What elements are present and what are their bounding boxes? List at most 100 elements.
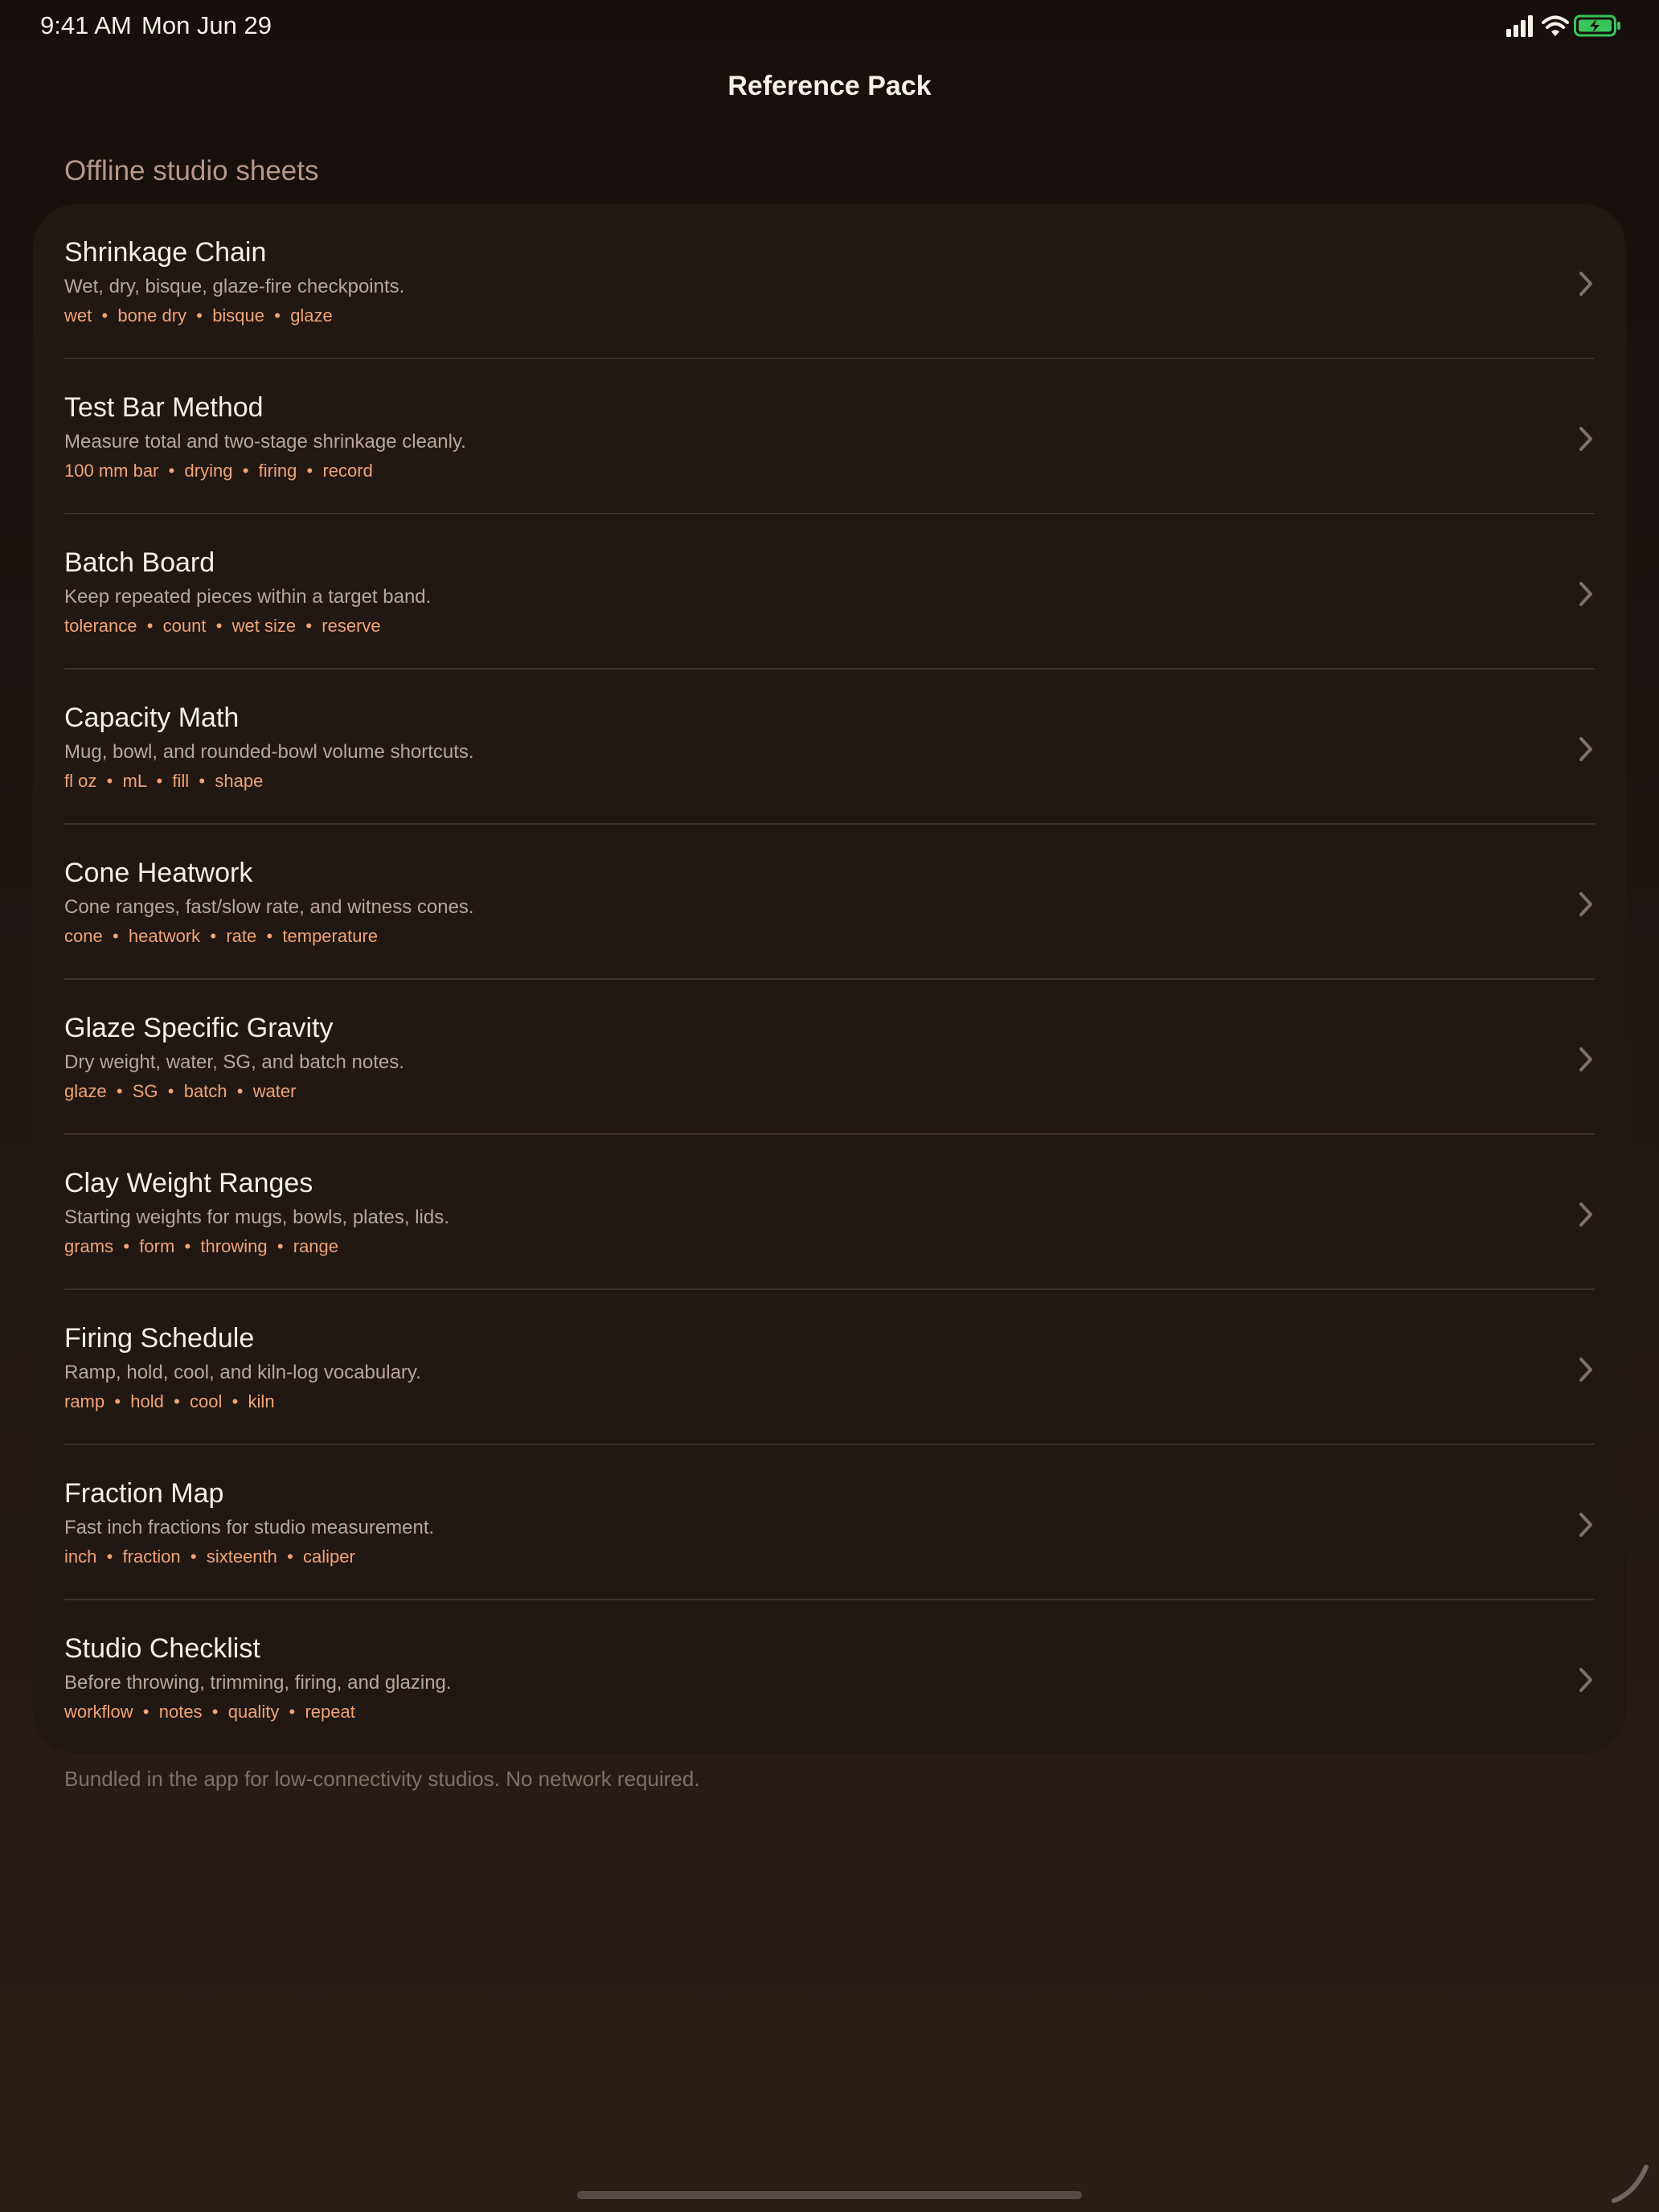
status-bar: 9:41 AM Mon Jun 29 xyxy=(0,0,1659,51)
tag-separator: • xyxy=(279,1702,305,1722)
tag: tolerance xyxy=(64,616,137,636)
chevron-right-icon xyxy=(1579,1047,1592,1071)
tag-separator: • xyxy=(297,461,323,481)
tag: notes xyxy=(158,1702,203,1722)
status-icons xyxy=(1506,14,1620,39)
item-tags: tolerance • count • wet size • reserve xyxy=(64,613,1626,639)
item-tags: fl oz • mL • fill • shape xyxy=(64,768,1626,794)
item-tags: wet • bone dry • bisque • glaze xyxy=(64,303,1626,329)
item-title: Test Bar Method xyxy=(64,392,264,423)
home-indicator[interactable] xyxy=(577,2191,1082,2199)
item-title: Fraction Map xyxy=(64,1478,224,1509)
tag: water xyxy=(252,1081,297,1101)
tag: caliper xyxy=(303,1546,355,1567)
tag: form xyxy=(139,1236,175,1256)
chevron-right-icon xyxy=(1579,582,1592,606)
tag: shape xyxy=(215,771,264,791)
list-item-test-bar-method[interactable]: Test Bar Method Measure total and two-st… xyxy=(33,359,1626,514)
tag: grams xyxy=(64,1236,114,1256)
list-item-cone-heatwork[interactable]: Cone Heatwork Cone ranges, fast/slow rat… xyxy=(33,825,1626,980)
tag: reserve xyxy=(322,616,381,636)
section-header: Offline studio sheets xyxy=(64,155,319,186)
chevron-right-icon xyxy=(1579,272,1592,296)
corner-arc-icon xyxy=(1612,2165,1649,2203)
tag: mL xyxy=(122,771,147,791)
list-item-glaze-specific-gravity[interactable]: Glaze Specific Gravity Dry weight, water… xyxy=(33,980,1626,1135)
list-item-shrinkage-chain[interactable]: Shrinkage Chain Wet, dry, bisque, glaze-… xyxy=(33,204,1626,359)
item-title: Glaze Specific Gravity xyxy=(64,1013,334,1043)
item-subtitle: Fast inch fractions for studio measureme… xyxy=(64,1517,435,1538)
tag-separator: • xyxy=(96,771,123,791)
item-title: Cone Heatwork xyxy=(64,858,253,888)
tag-separator: • xyxy=(227,1081,253,1101)
item-subtitle: Starting weights for mugs, bowls, plates… xyxy=(64,1206,449,1228)
item-subtitle: Mug, bowl, and rounded-bowl volume short… xyxy=(64,741,474,763)
list-item-firing-schedule[interactable]: Firing Schedule Ramp, hold, cool, and ki… xyxy=(33,1290,1626,1445)
item-title: Shrinkage Chain xyxy=(64,237,267,268)
chevron-right-icon xyxy=(1579,892,1592,916)
tag-separator: • xyxy=(158,1081,184,1101)
item-title: Studio Checklist xyxy=(64,1633,260,1664)
tag: batch xyxy=(183,1081,227,1101)
tag: hold xyxy=(130,1391,164,1411)
tag: bone dry xyxy=(117,305,187,326)
tag-separator: • xyxy=(113,1236,140,1256)
reference-list: Shrinkage Chain Wet, dry, bisque, glaze-… xyxy=(33,204,1626,1754)
tag-separator: • xyxy=(92,305,118,326)
wifi-icon xyxy=(1542,15,1569,36)
list-item-studio-checklist[interactable]: Studio Checklist Before throwing, trimmi… xyxy=(33,1600,1626,1754)
tag-separator: • xyxy=(200,926,227,946)
item-tags: inch • fraction • sixteenth • caliper xyxy=(64,1544,1626,1570)
item-subtitle: Measure total and two-stage shrinkage cl… xyxy=(64,431,466,453)
tag-separator: • xyxy=(133,1702,159,1722)
chevron-right-icon xyxy=(1579,1513,1592,1537)
tag: SG xyxy=(132,1081,158,1101)
tag-separator: • xyxy=(276,1546,304,1567)
tag-separator: • xyxy=(163,1391,190,1411)
item-tags: ramp • hold • cool • kiln xyxy=(64,1389,1626,1415)
item-subtitle: Ramp, hold, cool, and kiln-log vocabular… xyxy=(64,1362,421,1383)
tag-separator: • xyxy=(137,616,163,636)
list-item-fraction-map[interactable]: Fraction Map Fast inch fractions for stu… xyxy=(33,1445,1626,1600)
list-item-batch-board[interactable]: Batch Board Keep repeated pieces within … xyxy=(33,514,1626,670)
tag: inch xyxy=(64,1546,97,1567)
item-title: Firing Schedule xyxy=(64,1323,255,1354)
item-subtitle: Before throwing, trimming, firing, and g… xyxy=(64,1672,452,1694)
tag: temperature xyxy=(282,926,379,946)
tag: firing xyxy=(258,461,297,481)
item-title: Capacity Math xyxy=(64,703,240,733)
list-item-capacity-math[interactable]: Capacity Math Mug, bowl, and rounded-bow… xyxy=(33,670,1626,825)
tag-separator: • xyxy=(296,616,322,636)
tag-separator: • xyxy=(267,1236,293,1256)
tag: repeat xyxy=(305,1702,355,1722)
tag: wet xyxy=(64,305,92,326)
tag: throwing xyxy=(200,1236,268,1256)
tag: drying xyxy=(184,461,233,481)
tag: kiln xyxy=(248,1391,275,1411)
tag-separator: • xyxy=(232,461,259,481)
tag: rate xyxy=(226,926,257,946)
tag: quality xyxy=(227,1702,280,1722)
tag: sixteenth xyxy=(206,1546,277,1567)
tag-separator: • xyxy=(102,926,129,946)
page-title: Reference Pack xyxy=(727,71,932,101)
tag-separator: • xyxy=(158,461,185,481)
tag-separator: • xyxy=(146,771,173,791)
tag: fraction xyxy=(122,1546,181,1567)
tag-separator: • xyxy=(189,771,215,791)
item-tags: 100 mm bar • drying • firing • record xyxy=(64,458,1626,484)
item-tags: grams • form • throwing • range xyxy=(64,1234,1626,1260)
tag: glaze xyxy=(290,305,333,326)
tag-separator: • xyxy=(206,616,232,636)
status-time: 9:41 AM xyxy=(40,11,132,39)
item-title: Batch Board xyxy=(64,547,215,578)
tag-separator: • xyxy=(186,305,213,326)
tag: count xyxy=(162,616,207,636)
tag-separator: • xyxy=(180,1546,207,1567)
item-subtitle: Wet, dry, bisque, glaze-fire checkpoints… xyxy=(64,276,405,297)
list-item-clay-weight-ranges[interactable]: Clay Weight Ranges Starting weights for … xyxy=(33,1135,1626,1290)
item-tags: workflow • notes • quality • repeat xyxy=(64,1699,1626,1725)
tag: heatwork xyxy=(128,926,201,946)
chevron-right-icon xyxy=(1579,427,1592,451)
tag-separator: • xyxy=(264,305,291,326)
